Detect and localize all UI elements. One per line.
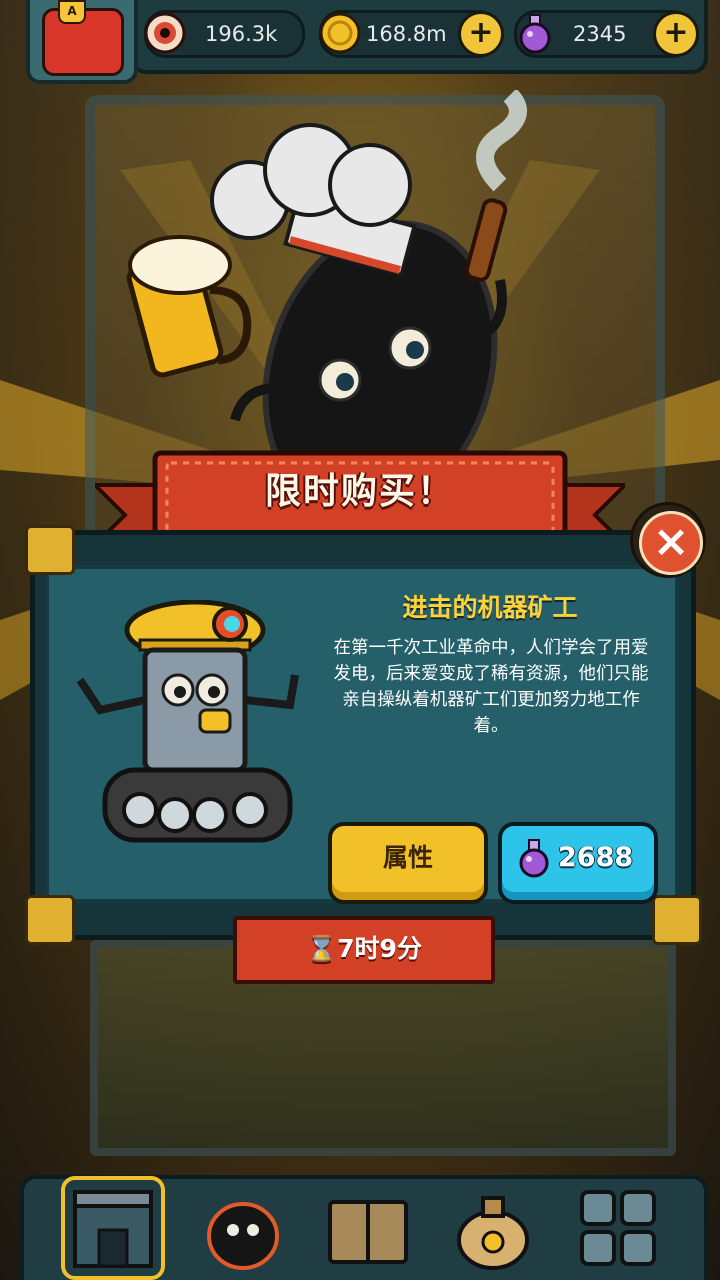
player-avatar[interactable]: A xyxy=(26,0,138,84)
panel-corner-decoration xyxy=(652,895,702,945)
chef-hat-icon xyxy=(210,123,417,278)
add-potions-button[interactable]: + xyxy=(653,11,699,57)
robot-miner-illustration xyxy=(76,600,299,843)
purple-potion-icon xyxy=(519,14,551,54)
eyeball-count: 196.3k xyxy=(205,22,278,46)
monster-icon[interactable] xyxy=(195,1180,291,1276)
item-name: 进击的机器矿工 xyxy=(402,593,578,622)
potion-resource: 2345 + xyxy=(514,10,699,58)
panel-corner-decoration xyxy=(25,525,75,575)
chef-blob-character xyxy=(126,90,527,470)
eyeball-resource: 196.3k xyxy=(144,10,305,58)
buy-button[interactable]: 2688 xyxy=(498,822,658,904)
shop-icon[interactable] xyxy=(61,1176,165,1280)
beer-mug-icon xyxy=(126,235,252,378)
game-screen: 196.3k 168.8m + 2345 + A 限时购买！ × 进击的机器矿工… xyxy=(0,0,720,1280)
close-icon: × xyxy=(639,511,703,575)
book-icon[interactable] xyxy=(320,1180,416,1276)
attributes-button[interactable]: 属性 xyxy=(328,822,488,904)
price-value: 2688 xyxy=(558,842,634,873)
rank-badge: A xyxy=(58,0,86,24)
resource-bar: 196.3k 168.8m + 2345 + xyxy=(130,0,708,74)
grid-icon[interactable] xyxy=(570,1180,666,1276)
potion-count: 2345 xyxy=(573,22,627,46)
close-button[interactable]: × xyxy=(633,505,703,575)
attributes-button-label: 属性 xyxy=(382,843,433,872)
purple-potion-icon xyxy=(519,839,549,878)
offer-title: 限时购买！ xyxy=(264,471,455,512)
add-coins-button[interactable]: + xyxy=(458,11,504,57)
gold-coin-icon xyxy=(319,12,361,54)
money-bag-icon[interactable] xyxy=(445,1180,541,1276)
countdown-timer: ⌛7时9分 xyxy=(306,934,422,963)
panel-corner-decoration xyxy=(25,895,75,945)
item-description: 在第一千次工业革命中，人们学会了用爱发电，后来爱变成了稀有资源，他们只能亲自操纵… xyxy=(333,638,649,736)
coin-resource: 168.8m + xyxy=(319,10,504,58)
timer-banner: ⌛7时9分 xyxy=(233,916,495,984)
coin-count: 168.8m xyxy=(366,22,447,46)
eyeball-icon xyxy=(144,12,186,54)
